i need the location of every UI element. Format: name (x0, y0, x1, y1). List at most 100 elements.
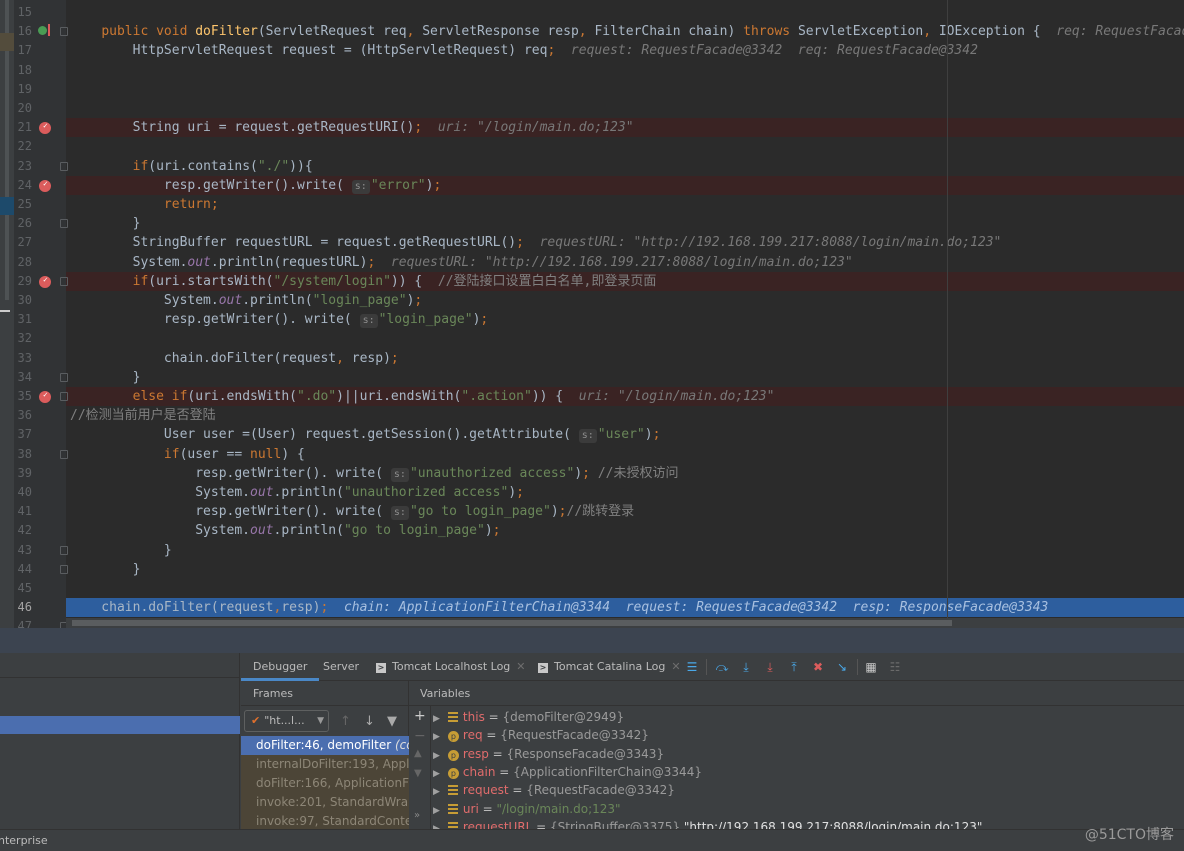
trace-icon[interactable]: ☷ (888, 660, 902, 674)
expand-arrow-icon[interactable]: ▶ (433, 714, 440, 724)
code-line[interactable]: 24 resp.getWriter().write( s:"error"); (0, 174, 1184, 195)
fold-icon[interactable] (60, 276, 68, 286)
fold-icon[interactable] (60, 449, 68, 459)
code-line[interactable]: 36 //检测当前用户是否登陆 (0, 406, 1184, 425)
implements-method-icon[interactable] (38, 26, 47, 36)
expand-arrow-icon[interactable]: ▶ (433, 806, 440, 816)
fold-icon[interactable] (60, 27, 68, 37)
variable-row[interactable]: ▶ uri = "/login/main.do;123" (433, 800, 621, 818)
code-line[interactable]: 19 (0, 80, 1184, 99)
stack-frame[interactable]: doFilter:166, ApplicationFilterChain (241, 774, 409, 793)
variable-row[interactable]: ▶ p resp = {ResponseFacade@3343} (433, 745, 664, 763)
stack-frame[interactable]: invoke:201, StandardWrapperValve (241, 793, 409, 812)
code-line[interactable]: 40 System.out.println("unauthorized acce… (0, 483, 1184, 502)
move-down-icon[interactable]: ▼ (414, 768, 422, 779)
code-line[interactable]: 18 (0, 61, 1184, 80)
remove-watch-icon[interactable]: − (414, 728, 426, 744)
close-icon[interactable]: ✕ (671, 660, 680, 673)
code-line[interactable]: 26 } (0, 214, 1184, 233)
code-line[interactable]: 31 resp.getWriter(). write( s: "login_pag… (0, 310, 1184, 329)
code-text: System.out.println("unauthorized access"… (70, 485, 524, 500)
code-text: return; (163, 197, 219, 212)
variable-row[interactable]: ▶ p chain = {ApplicationFilterChain@3344} (433, 763, 702, 781)
code-line[interactable]: 37 User user =(User) request.getSession(… (0, 425, 1184, 444)
previous-frame-icon[interactable]: ↑ (340, 714, 351, 729)
code-line[interactable]: 43 } (0, 541, 1184, 560)
fold-icon[interactable] (60, 564, 68, 574)
scrollbar-thumb[interactable] (72, 620, 952, 626)
selected-service-row[interactable] (0, 716, 240, 734)
step-out-icon[interactable]: ⤒ (787, 660, 801, 674)
code-line[interactable]: 22 (0, 137, 1184, 156)
tab-tomcat-catalina-log[interactable]: > Tomcat Catalina Log ✕ (538, 653, 681, 681)
code-line[interactable]: 44 } (0, 560, 1184, 579)
fold-icon[interactable] (60, 545, 68, 555)
next-frame-icon[interactable]: ↓ (364, 714, 375, 729)
variable-row[interactable]: ▶ p req = {RequestFacade@3342} (433, 726, 649, 744)
code-line[interactable]: 34 } (0, 368, 1184, 387)
code-line[interactable]: 23 if(uri.contains("./")){ (0, 157, 1184, 176)
add-watch-icon[interactable]: + (414, 708, 426, 724)
code-line[interactable]: 32 (0, 329, 1184, 348)
variable-row[interactable]: ▶ this = {demoFilter@2949} (433, 708, 624, 726)
panel-divider[interactable] (0, 628, 1184, 653)
line-number: 34 (17, 369, 32, 384)
step-into-icon[interactable]: ⤓ (739, 660, 753, 674)
move-up-icon[interactable]: ▲ (414, 748, 422, 759)
code-line[interactable]: 38 if(user == null) { (0, 445, 1184, 464)
tab-tomcat-localhost-log[interactable]: > Tomcat Localhost Log ✕ (376, 653, 526, 681)
run-to-cursor-icon[interactable]: ↘ (835, 660, 849, 674)
code-line[interactable]: 39 resp.getWriter(). write( s: "unauthori… (0, 464, 1184, 483)
code-line[interactable]: 35 else if(uri.endsWith(".do")||uri.ends… (0, 385, 1184, 407)
drop-frame-icon[interactable]: ✖ (811, 660, 825, 674)
force-step-into-icon[interactable]: ⤓ (763, 660, 777, 674)
expand-arrow-icon[interactable]: ▶ (433, 751, 440, 761)
fold-icon[interactable] (60, 372, 68, 382)
step-over-icon[interactable]: ⤼ (715, 660, 729, 674)
code-line[interactable]: 42 System.out.println("go to login_page"… (0, 521, 1184, 540)
fold-icon[interactable] (60, 161, 68, 171)
expand-arrow-icon[interactable]: ▶ (433, 732, 440, 742)
frames-header: Frames (241, 681, 408, 706)
code-line[interactable]: 46 chain.doFilter(request,resp); chain: … (0, 598, 1184, 618)
breakpoint-icon[interactable] (39, 116, 51, 135)
evaluate-expression-icon[interactable]: ▦ (864, 660, 878, 674)
variable-row[interactable]: ▶ request = {RequestFacade@3342} (433, 781, 675, 799)
fold-icon[interactable] (60, 392, 68, 401)
code-line[interactable]: 17 HttpServletRequest request = (HttpSer… (0, 41, 1184, 60)
expand-arrow-icon[interactable]: ▶ (433, 787, 440, 797)
code-line[interactable]: 33 chain.doFilter(request, resp); (0, 349, 1184, 368)
stack-frame[interactable]: doFilter:46, demoFilter (com. (241, 736, 409, 755)
breakpoint-icon[interactable] (39, 385, 51, 404)
breakpoint-icon[interactable] (39, 174, 51, 193)
code-line[interactable]: 41 resp.getWriter(). write( s: "go to log… (0, 502, 1184, 521)
code-line[interactable]: 25 return; (0, 195, 1184, 214)
code-text: chain.doFilter(request,resp); chain: App… (70, 600, 1049, 616)
more-icon[interactable]: » (414, 810, 420, 821)
breakpoint-icon[interactable] (39, 270, 51, 289)
code-line[interactable]: 15 (0, 3, 1184, 22)
editor-horizontal-scrollbar[interactable] (66, 618, 1184, 628)
code-text: public void doFilter(ServletRequest req,… (101, 24, 1184, 40)
stack-frame[interactable]: invoke:97, StandardContextValve (241, 812, 409, 829)
tab-server[interactable]: Server (323, 653, 359, 681)
code-line[interactable]: 45 (0, 579, 1184, 598)
code-line[interactable]: 21 String uri = request.getRequestURI();… (0, 116, 1184, 138)
code-line[interactable]: 30 System.out.println("login_page"); (0, 291, 1184, 310)
thread-selector[interactable]: ✔ "ht...l... ▼ (244, 710, 329, 732)
tab-label: Tomcat Catalina Log (554, 660, 666, 673)
code-text: } (70, 561, 141, 577)
filter-icon[interactable]: ▼ (387, 714, 397, 729)
code-line[interactable]: 20 (0, 99, 1184, 118)
line-number: 27 (17, 235, 32, 250)
code-line[interactable]: 16 public void doFilter(ServletRequest r… (0, 22, 1184, 41)
close-icon[interactable]: ✕ (516, 660, 525, 673)
code-line[interactable]: 28 System.out.println(requestURL); reque… (0, 253, 1184, 272)
expand-arrow-icon[interactable]: ▶ (433, 769, 440, 779)
code-line[interactable]: 29 if(uri.startsWith("/system/login")) {… (0, 270, 1184, 291)
fold-icon[interactable] (60, 219, 68, 229)
code-line[interactable]: 27 StringBuffer requestURL = request.get… (0, 233, 1184, 252)
tab-debugger[interactable]: Debugger (241, 653, 320, 681)
show-execution-point-icon[interactable]: ☰ (685, 660, 699, 674)
stack-frame[interactable]: internalDoFilter:193, ApplicationFilterC… (241, 755, 409, 774)
